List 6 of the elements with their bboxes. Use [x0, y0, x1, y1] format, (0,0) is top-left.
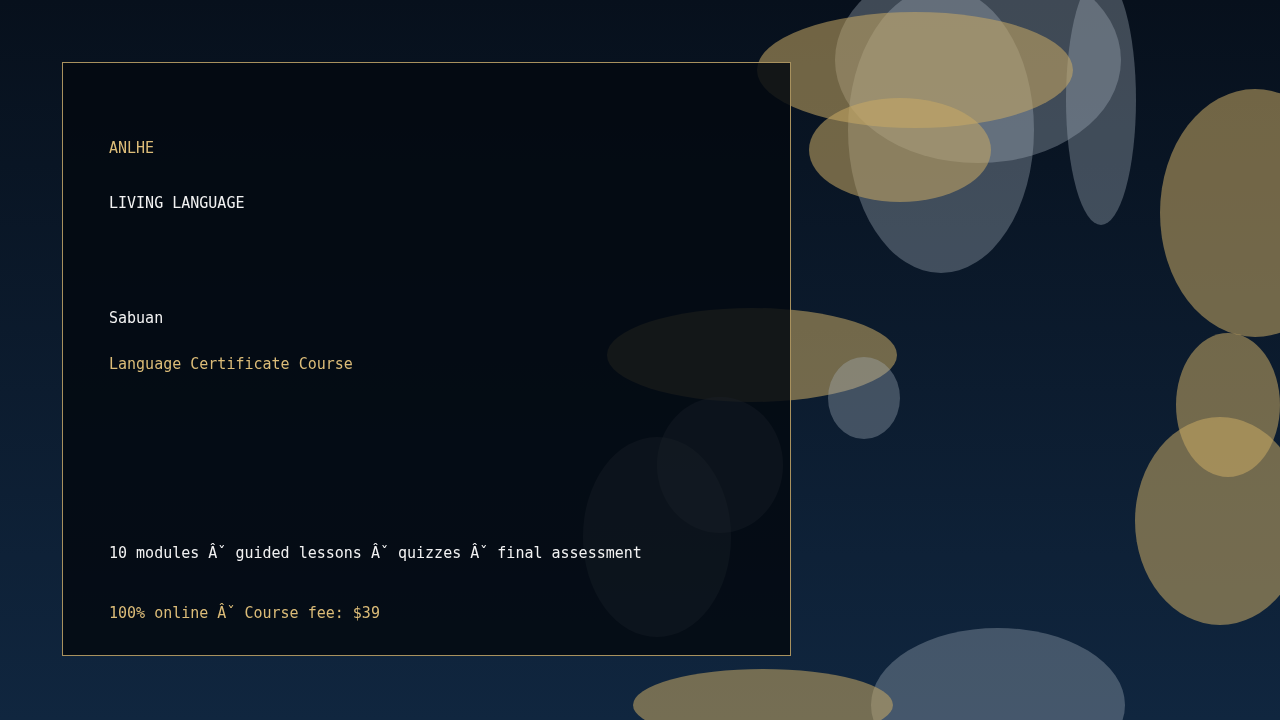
brand-name: ANLHE — [109, 139, 155, 157]
course-fee-text: 100% online Âˇ Course fee: $39 — [109, 604, 380, 622]
course-title: Language Certificate Course — [109, 355, 353, 373]
learner-name: Sabuan — [109, 309, 164, 327]
headline: LIVING LANGUAGE — [109, 194, 245, 212]
course-details: 10 modules Âˇ guided lessons Âˇ quizzes Âˇ final assessment — [109, 544, 642, 562]
